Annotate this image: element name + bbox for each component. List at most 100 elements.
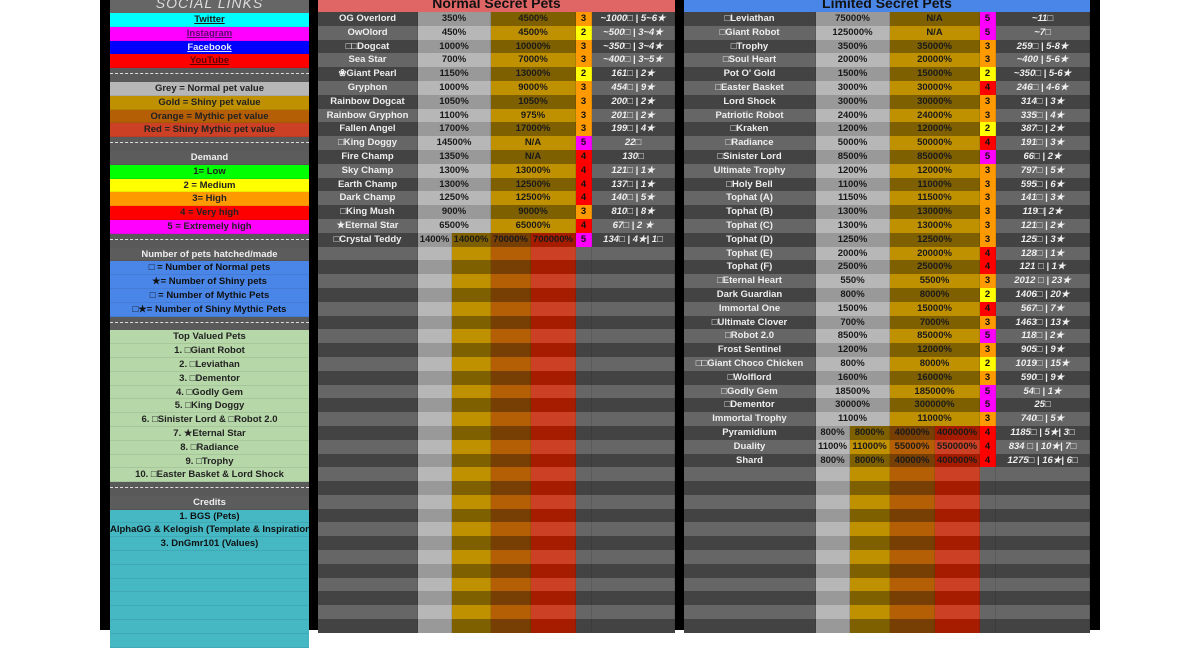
demand-badge <box>576 467 592 482</box>
hatched-count <box>592 481 675 495</box>
shiny-value: 9000% <box>491 205 576 219</box>
normal-value <box>418 605 452 620</box>
normal-value: 3000% <box>816 94 890 109</box>
demand-badge <box>576 508 592 523</box>
pet-row: Shard 800% 8000% 40000% 400000% 4 1275□ | 16★|… <box>684 453 1090 468</box>
limited-secret-pets-table: Limited Secret Pets □Leviathan 75000% N/A 5… <box>684 0 1090 633</box>
hatched-count: 66□ | 2★ <box>996 149 1090 164</box>
pet-name <box>318 329 418 344</box>
demand-badge <box>980 494 996 509</box>
hatched-count: 595□ | 6★ <box>996 177 1090 192</box>
shiny-mythic-value <box>935 591 980 606</box>
social-link-instagram[interactable]: Instagram <box>110 26 309 41</box>
normal-value <box>816 577 850 592</box>
credits-list: 1. BGS (Pets) AlphaGG & Kelogish (Templat… <box>110 509 309 648</box>
empty-row <box>318 494 675 509</box>
empty-row <box>318 260 675 275</box>
hatched-count <box>592 287 675 302</box>
social-link-youtube[interactable]: YouTube <box>110 54 309 69</box>
credit-item: 1. BGS (Pets) <box>110 509 309 524</box>
normal-value: 1300% <box>816 218 890 233</box>
pet-row: Pyramidium 800% 8000% 40000% 400000% 4 1185□ |… <box>684 425 1090 440</box>
normal-value <box>418 343 452 357</box>
normal-value <box>816 536 850 551</box>
demand-badge <box>980 536 996 551</box>
demand-badge: 3 <box>576 80 592 95</box>
value-legend-item: Orange = Mythic pet value <box>110 109 309 124</box>
pet-name: Pot O' Gold <box>684 67 816 81</box>
normal-value <box>816 605 850 620</box>
hatched-count: ~11□ <box>996 12 1090 26</box>
shiny-mythic-value <box>531 563 576 578</box>
mythic-value <box>491 412 531 426</box>
shiny-value: 5500% <box>890 274 980 288</box>
top-valued-item: 6. □Sinister Lord & □Robot 2.0 <box>110 413 309 427</box>
shiny-value <box>850 536 890 551</box>
normal-value: 350% <box>418 12 491 26</box>
hatched-count <box>996 467 1090 482</box>
hatched-count <box>592 467 675 482</box>
pet-name: □Easter Basket <box>684 80 816 95</box>
pet-name: Tophat (F) <box>684 260 816 275</box>
normal-value: 6500% <box>418 218 491 233</box>
empty-row <box>318 425 675 440</box>
normal-value: 1200% <box>816 163 890 178</box>
mythic-value <box>491 522 531 537</box>
empty-row <box>318 605 675 620</box>
hatched-count: 201□ | 2★ <box>592 108 675 123</box>
demand-badge: 3 <box>576 53 592 68</box>
pet-name: Shard <box>684 453 816 468</box>
credit-empty-row <box>110 606 309 621</box>
pet-name <box>318 287 418 302</box>
shiny-value: 185000% <box>890 384 980 399</box>
demand-badge: 5 <box>980 25 996 40</box>
demand-badge: 4 <box>576 177 592 192</box>
shiny-value: 12000% <box>890 343 980 357</box>
shiny-mythic-value <box>935 550 980 564</box>
pet-name <box>684 494 816 509</box>
normal-value <box>816 467 850 482</box>
normal-value: 18500% <box>816 384 890 399</box>
demand-badge: 4 <box>576 163 592 178</box>
pet-row: □Giant Robot 125000% N/A 5 ~7□ <box>684 25 1090 40</box>
shiny-value: 975% <box>491 108 576 123</box>
social-link-facebook[interactable]: Facebook <box>110 40 309 55</box>
normal-value: 3000% <box>816 80 890 95</box>
credit-empty-row <box>110 592 309 607</box>
shiny-value <box>850 577 890 592</box>
hatched-count <box>592 494 675 509</box>
mythic-value <box>890 563 935 578</box>
normal-value <box>418 246 452 261</box>
demand-badge: 3 <box>980 274 996 288</box>
pet-row: OG Overlord 350% 4500% 3 ~1000□ | 5~6★ <box>318 12 675 26</box>
social-links: Twitter Instagram Facebook YouTube <box>110 13 309 69</box>
pet-name: □Soul Heart <box>684 53 816 68</box>
normal-value: 1350% <box>418 149 491 164</box>
shiny-mythic-value: 400000% <box>935 425 980 440</box>
pet-row: Tophat (B) 1300% 13000% 3 119□| 2★ <box>684 205 1090 219</box>
empty-row <box>318 329 675 344</box>
hatched-count: 125□ | 3★ <box>996 232 1090 247</box>
normal-value <box>418 329 452 344</box>
pet-name: Tophat (B) <box>684 205 816 219</box>
hatched-count: 25□ <box>996 398 1090 413</box>
shiny-value <box>452 301 491 316</box>
demand-badge <box>576 481 592 495</box>
empty-row <box>318 591 675 606</box>
shiny-value <box>850 481 890 495</box>
normal-value: 800% <box>816 356 890 371</box>
social-link-twitter[interactable]: Twitter <box>110 13 309 27</box>
demand-badge: 3 <box>980 94 996 109</box>
mythic-value <box>491 605 531 620</box>
shiny-value <box>850 508 890 523</box>
pet-name <box>318 398 418 413</box>
pet-name: □Radiance <box>684 136 816 150</box>
value-legend-item: Red = Shiny Mythic pet value <box>110 123 309 138</box>
shiny-mythic-value <box>935 577 980 592</box>
hatched-count <box>592 619 675 633</box>
hatched-count <box>592 508 675 523</box>
limited-table-body: □Leviathan 75000% N/A 5 ~11□ □Giant Robot 1250… <box>684 12 1090 633</box>
normal-value: 1300% <box>816 205 890 219</box>
pet-name: Sea Star <box>318 53 418 68</box>
shiny-value <box>850 605 890 620</box>
